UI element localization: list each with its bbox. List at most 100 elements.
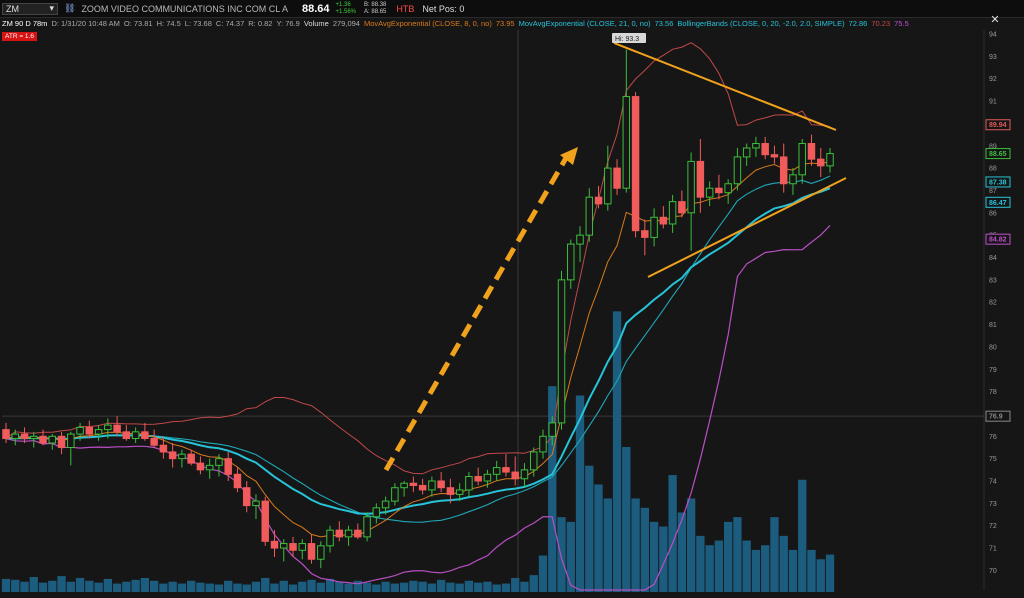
candle-body-down [289, 543, 297, 551]
candle [511, 456, 519, 486]
candle-body-up [252, 500, 260, 507]
volume-bar [11, 579, 20, 592]
candle [557, 270, 566, 430]
price-tick-label: 92 [989, 76, 997, 83]
volume-bar [409, 580, 418, 592]
price-axis: 9493929190898887868584838281807978777675… [985, 32, 1011, 575]
volume-bar [788, 549, 798, 592]
volume-bar [177, 583, 187, 592]
price-box-label: 84.82 [989, 237, 1007, 244]
candle [196, 456, 205, 475]
support-trendline [647, 177, 847, 278]
volume-bar [298, 581, 307, 592]
volume-bar [1, 578, 11, 592]
candle-body-down [659, 216, 668, 225]
candle-body-down [261, 500, 269, 542]
candle-body-up [215, 458, 223, 466]
price-box-label: 86.47 [989, 200, 1007, 207]
volume-bar [149, 580, 159, 592]
bollinger-upper-line [5, 42, 831, 475]
candle-body-up [48, 435, 57, 444]
candle-body-up [529, 451, 538, 471]
ema21-line [5, 187, 831, 515]
candle [94, 425, 103, 441]
price-tick-label: 91 [989, 99, 997, 106]
price-tick-label: 80 [989, 344, 997, 351]
volume-bar [418, 581, 427, 592]
candle [826, 147, 834, 173]
volume-bar [214, 584, 224, 592]
volume-bar [261, 577, 270, 592]
volume-bar [233, 583, 242, 592]
price-box-label: 76.9 [989, 414, 1003, 421]
candle-body-down [196, 462, 205, 471]
candle [678, 190, 686, 218]
volume-bar [38, 582, 48, 592]
candle-body-up [705, 187, 714, 198]
candle [733, 147, 742, 191]
volume-bar [659, 526, 668, 592]
candle-body-up [576, 234, 584, 245]
candle-body-up [317, 545, 325, 560]
volume-bar [677, 512, 687, 592]
candle-body-up [76, 426, 84, 435]
candle [57, 431, 66, 455]
candle-body-down [409, 482, 418, 486]
candle-body-up [344, 529, 353, 538]
price-tick-label: 73 [989, 501, 997, 508]
candle [67, 431, 75, 466]
price-box-label: 87.38 [989, 179, 1007, 186]
candle [641, 219, 649, 256]
volume-bar [779, 535, 788, 592]
candle-body-up [492, 467, 501, 475]
volume-bar [742, 540, 751, 592]
volume-bar [344, 583, 353, 592]
volume-bar [362, 582, 372, 592]
candle [539, 429, 547, 459]
candle-body-down [187, 453, 195, 464]
candle-body-down [770, 154, 779, 158]
candle [187, 449, 195, 466]
candle [585, 188, 594, 242]
candle [270, 530, 279, 557]
candle-body-down [20, 433, 29, 440]
volume-bar [464, 580, 474, 592]
candle [409, 476, 418, 493]
candle-body-down [779, 156, 788, 185]
volume-bar [622, 447, 631, 592]
volume-bar [668, 475, 677, 592]
candle-body-up [326, 529, 334, 547]
chart-grid [2, 30, 985, 590]
candle [168, 443, 177, 468]
price-box-label: 88.65 [989, 151, 1007, 158]
candle [437, 472, 445, 493]
bollinger-mid-line [5, 175, 831, 523]
volume-bar [538, 555, 548, 592]
candle [659, 206, 668, 229]
candle-body-down [122, 431, 131, 440]
volume-bar [825, 554, 835, 592]
volume-bar [723, 521, 733, 592]
volume-bar [20, 581, 29, 592]
candle-body-down [807, 143, 816, 160]
candle [650, 208, 658, 247]
candle [400, 481, 408, 497]
volume-bar [594, 484, 603, 592]
price-tick-label: 87 [989, 188, 997, 195]
candle [817, 147, 825, 178]
candle [391, 483, 399, 506]
uptrend-arrow-line [383, 156, 569, 472]
candle-body-down [418, 484, 427, 491]
candle [205, 458, 214, 479]
candle-body-down [641, 230, 649, 238]
candle [807, 134, 816, 166]
volume-bar [29, 577, 38, 592]
candle [474, 467, 482, 486]
candle-body-up [372, 507, 381, 518]
price-chart[interactable]: Hi: 93.3 9493929190898887868584838281807… [0, 0, 1024, 598]
volume-bar [112, 583, 122, 592]
price-box-label: 89.94 [989, 122, 1007, 129]
volume-bar [640, 507, 649, 592]
candle [631, 92, 640, 238]
candle-body-up [668, 201, 677, 225]
